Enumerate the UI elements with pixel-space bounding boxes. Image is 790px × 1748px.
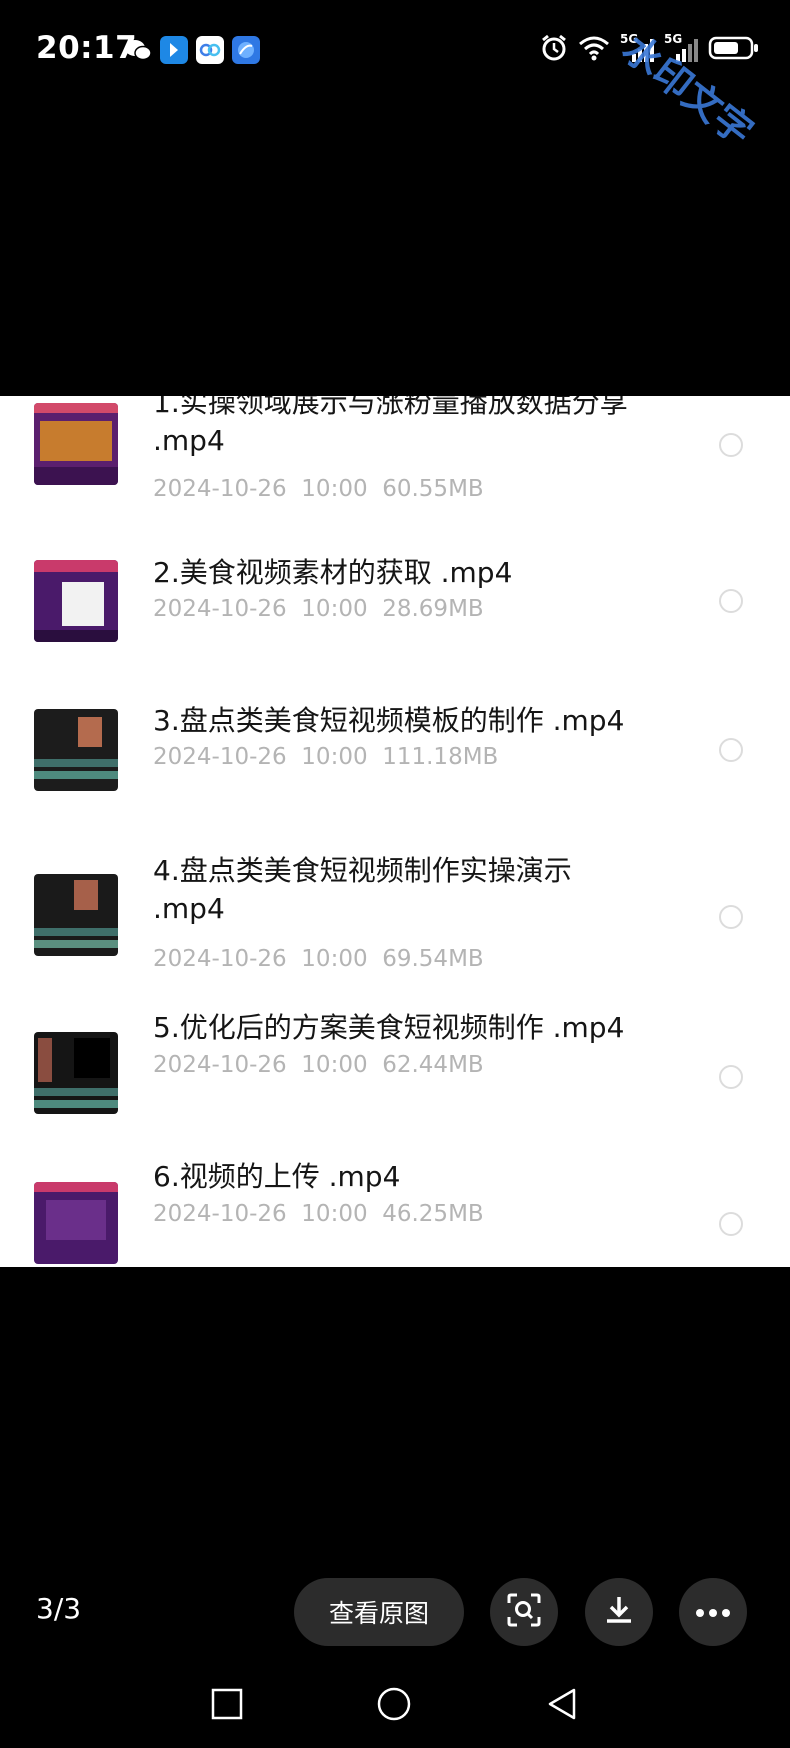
select-radio[interactable] <box>719 738 743 762</box>
notification-icons <box>124 36 260 64</box>
select-radio[interactable] <box>719 589 743 613</box>
wifi-icon <box>578 35 610 65</box>
navigation-bar <box>0 1668 790 1748</box>
video-thumbnail <box>34 709 118 791</box>
screen: 20:17 5G 5G 水印文字 1.实操领域展示与涨粉量播放数据分享 .mp4… <box>0 0 790 1748</box>
home-icon <box>376 1686 412 1726</box>
download-icon <box>602 1593 636 1631</box>
select-radio[interactable] <box>719 433 743 457</box>
back-button[interactable] <box>542 1686 582 1726</box>
baidu-netdisk-icon <box>196 36 224 64</box>
scan-icon <box>505 1591 543 1633</box>
file-meta: 2024-10-26 10:00 62.44MB <box>153 1052 484 1078</box>
file-meta: 2024-10-26 10:00 69.54MB <box>153 946 484 972</box>
file-title: 4.盘点类美食短视频制作实操演示 .mp4 <box>153 854 572 925</box>
file-title: 5.优化后的方案美食短视频制作 .mp4 <box>153 1011 625 1044</box>
video-thumbnail <box>34 560 118 642</box>
view-original-button[interactable]: 查看原图 <box>294 1578 464 1646</box>
status-time: 20:17 <box>36 30 138 66</box>
wechat-icon <box>124 36 152 64</box>
select-radio[interactable] <box>719 1065 743 1089</box>
video-thumbnail <box>34 874 118 956</box>
page-indicator: 3/3 <box>36 1592 82 1625</box>
file-meta: 2024-10-26 10:00 60.55MB <box>153 476 484 502</box>
video-thumbnail <box>34 1032 118 1114</box>
select-radio[interactable] <box>719 905 743 929</box>
alarm-icon <box>540 34 568 66</box>
video-thumbnail <box>34 1182 118 1264</box>
app-blue-icon <box>160 36 188 64</box>
recent-apps-button[interactable] <box>207 1686 247 1726</box>
select-radio[interactable] <box>719 1212 743 1236</box>
battery-icon <box>708 35 760 65</box>
file-list[interactable]: 1.实操领域展示与涨粉量播放数据分享 .mp4 2024-10-26 10:00… <box>0 396 790 1267</box>
more-button[interactable] <box>679 1578 747 1646</box>
file-meta: 2024-10-26 10:00 111.18MB <box>153 744 499 770</box>
file-title: 3.盘点类美食短视频模板的制作 .mp4 <box>153 704 625 737</box>
recent-apps-icon <box>211 1688 243 1724</box>
file-title: 1.实操领域展示与涨粉量播放数据分享 .mp4 <box>153 396 628 457</box>
browser-icon <box>232 36 260 64</box>
file-title: 2.美食视频素材的获取 .mp4 <box>153 556 513 589</box>
status-bar: 20:17 5G 5G 水印文字 <box>0 0 790 154</box>
file-meta: 2024-10-26 10:00 28.69MB <box>153 596 484 622</box>
video-thumbnail <box>34 403 118 485</box>
download-button[interactable] <box>585 1578 653 1646</box>
home-button[interactable] <box>374 1686 414 1726</box>
scan-button[interactable] <box>490 1578 558 1646</box>
file-title: 6.视频的上传 .mp4 <box>153 1160 401 1193</box>
file-meta: 2024-10-26 10:00 46.25MB <box>153 1201 484 1227</box>
back-icon <box>546 1687 578 1725</box>
more-icon <box>695 1603 731 1622</box>
